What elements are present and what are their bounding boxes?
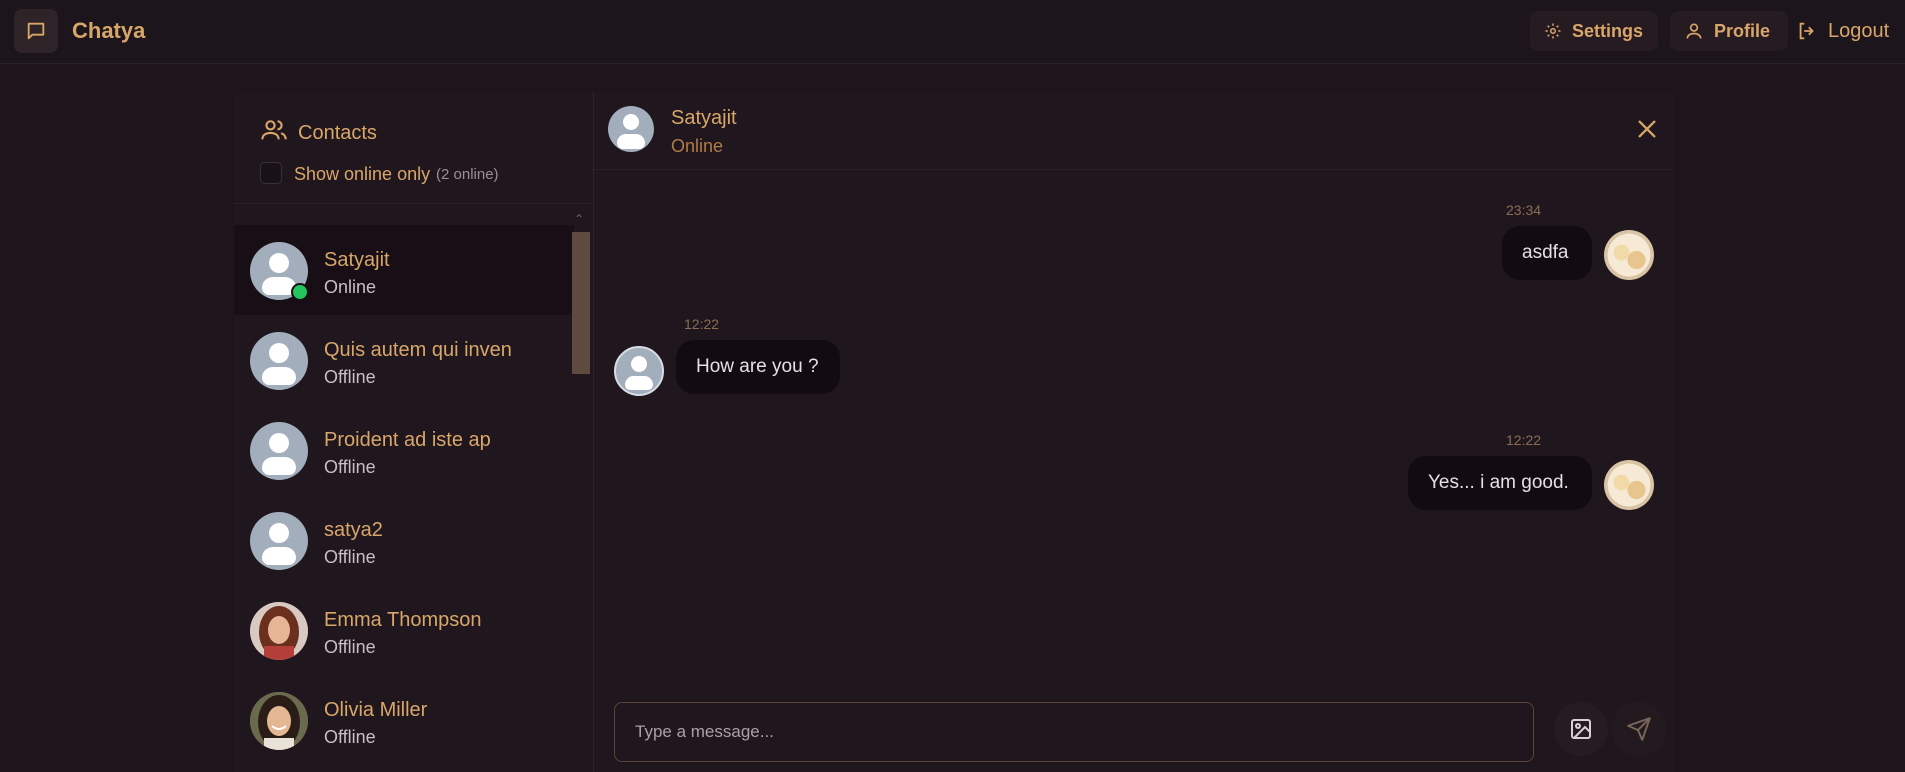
message-time: 12:22 — [1506, 432, 1542, 448]
message-time: 12:22 — [684, 316, 720, 332]
contacts-sidebar: Contacts Show online only (2 online) Sat… — [234, 92, 594, 772]
profile-label: Profile — [1714, 20, 1771, 41]
image-icon — [1571, 719, 1591, 739]
contact-item[interactable]: Olivia Miller Offline — [234, 675, 574, 765]
online-only-checkbox[interactable] — [260, 162, 282, 184]
settings-button[interactable]: Settings — [1530, 11, 1658, 51]
avatar — [250, 602, 308, 660]
online-status-dot — [291, 283, 309, 301]
message-input[interactable]: Type a message... — [614, 702, 1534, 762]
my-avatar — [1604, 460, 1654, 510]
close-icon[interactable] — [1636, 118, 1658, 140]
contact-name: Emma Thompson — [324, 609, 482, 631]
send-button[interactable] — [1612, 702, 1666, 756]
contact-item[interactable]: Quis autem qui inven Offline — [234, 315, 574, 405]
my-avatar — [1604, 230, 1654, 280]
chat-contact-status: Online — [671, 136, 724, 156]
contact-status: Online — [324, 277, 377, 297]
scroll-up-icon[interactable]: ⌃ — [574, 212, 584, 226]
avatar — [250, 332, 308, 390]
contact-status: Offline — [324, 457, 376, 477]
logout-label: Logout — [1828, 19, 1890, 42]
navbar: Chatya Settings Profile Logout — [0, 0, 1905, 64]
contact-name: satya2 — [324, 519, 383, 541]
contacts-header: Contacts Show online only (2 online) — [234, 92, 593, 204]
logout-button[interactable]: Logout — [1790, 11, 1902, 51]
contact-list: Satyajit Online Quis autem qui inven Off… — [234, 225, 574, 765]
chat-header: Satyajit Online — [594, 92, 1674, 170]
send-icon — [1627, 717, 1651, 741]
avatar — [250, 692, 308, 750]
user-icon — [1686, 23, 1702, 39]
contact-status: Offline — [324, 367, 376, 387]
online-count: (2 online) — [436, 166, 499, 183]
contact-item[interactable]: Proident ad iste ap Offline — [234, 405, 574, 495]
contact-item[interactable]: Satyajit Online — [234, 225, 574, 315]
contact-item[interactable]: satya2 Offline — [234, 495, 574, 585]
contact-status: Offline — [324, 727, 376, 747]
contact-item[interactable]: Emma Thompson Offline — [234, 585, 574, 675]
gear-icon — [1545, 23, 1561, 39]
chat-logo-icon[interactable] — [14, 9, 58, 53]
chat-area: Satyajit Online 23:34 asdfa 12:22 How ar… — [594, 92, 1674, 772]
contact-status: Offline — [324, 637, 376, 657]
message-bubble-incoming: How are you ? — [676, 340, 840, 394]
online-only-label[interactable]: Show online only — [294, 164, 430, 185]
chat-panel: Contacts Show online only (2 online) Sat… — [234, 92, 1674, 772]
message-bubble-outgoing: asdfa — [1502, 226, 1592, 280]
contact-name: Proident ad iste ap — [324, 429, 491, 451]
app-name[interactable]: Chatya — [72, 18, 145, 44]
avatar — [250, 422, 308, 480]
attach-image-button[interactable] — [1554, 702, 1608, 756]
contact-name: Satyajit — [324, 249, 390, 271]
users-icon — [261, 120, 287, 140]
scroll-thumb[interactable] — [572, 232, 590, 374]
contact-message-avatar — [614, 346, 664, 396]
message-bubble-outgoing: Yes... i am good. — [1408, 456, 1592, 510]
chat-avatar — [608, 106, 654, 152]
settings-label: Settings — [1572, 20, 1644, 41]
chat-contact-name: Satyajit — [671, 107, 737, 129]
contact-name: Quis autem qui inven — [324, 339, 512, 361]
avatar — [250, 512, 308, 570]
logout-icon — [1799, 22, 1814, 40]
message-time: 23:34 — [1506, 202, 1542, 218]
contact-name: Olivia Miller — [324, 699, 428, 721]
contact-status: Offline — [324, 547, 376, 567]
profile-button[interactable]: Profile — [1670, 11, 1788, 51]
contact-list-scrollbar[interactable]: ⌃ — [570, 212, 592, 772]
contacts-title: Contacts — [298, 122, 377, 144]
